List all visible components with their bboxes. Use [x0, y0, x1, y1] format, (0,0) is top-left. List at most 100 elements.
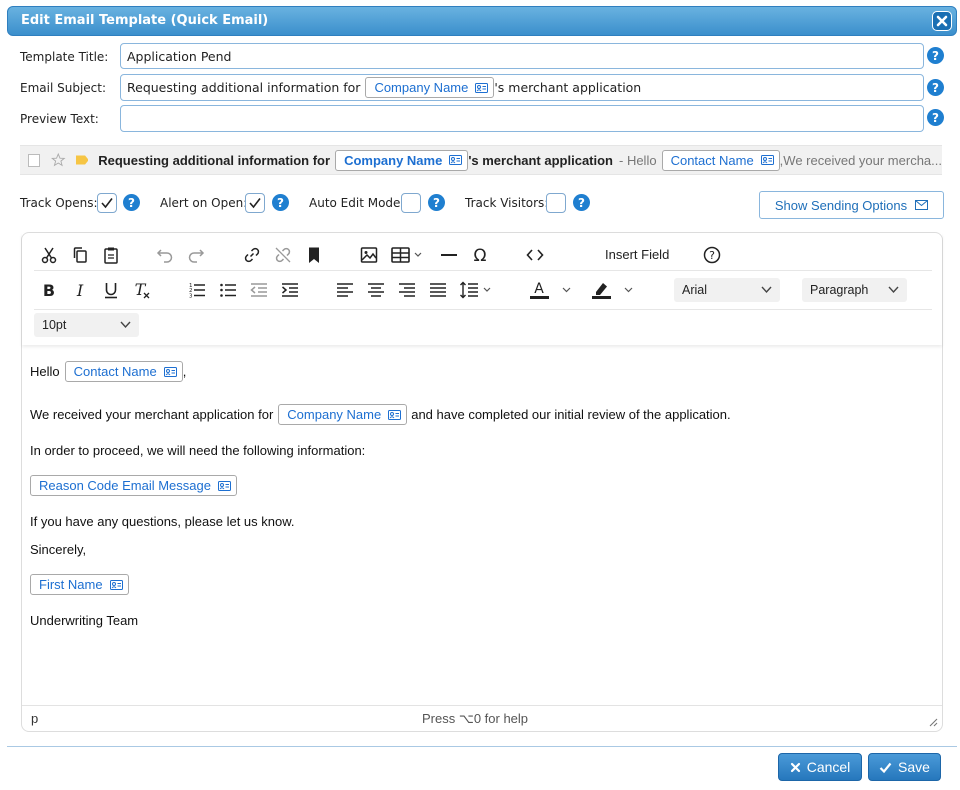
help-icon[interactable]: ? [927, 47, 944, 64]
help-icon[interactable]: ? [927, 109, 944, 126]
template-title-label: Template Title: [20, 50, 109, 64]
help-icon[interactable]: ? [927, 79, 944, 96]
redo-icon[interactable] [185, 244, 207, 266]
body-reason-code-chip[interactable]: Reason Code Email Message [30, 475, 237, 496]
cancel-label: Cancel [806, 759, 851, 775]
alert-on-open-label: Alert on Open: [160, 196, 248, 210]
svg-text:?: ? [433, 196, 440, 210]
align-right-icon[interactable] [396, 279, 418, 301]
team-text: Underwriting Team [30, 613, 139, 628]
greeting-comma: , [182, 364, 187, 379]
clear-formatting-icon[interactable]: T [131, 279, 153, 301]
editor-toolbar: Ω Insert Field ? B I T 123 A Arial Parag… [22, 233, 942, 345]
italic-icon[interactable]: I [69, 279, 91, 301]
bookmark-icon[interactable] [303, 244, 325, 266]
font-family-select[interactable]: Arial [674, 278, 780, 302]
body-line-reason: Reason Code Email Message [30, 475, 237, 496]
body-line-first-name: First Name [30, 574, 129, 595]
body-line-sincerely: Sincerely, [30, 542, 86, 557]
align-center-icon[interactable] [365, 279, 387, 301]
line-height-icon[interactable] [458, 279, 498, 301]
chevron-down-icon [120, 321, 131, 329]
body-company-name-chip[interactable]: Company Name [278, 404, 408, 425]
block-format-select[interactable]: Paragraph [802, 278, 907, 302]
align-justify-icon[interactable] [427, 279, 449, 301]
align-left-icon[interactable] [334, 279, 356, 301]
cancel-button[interactable]: Cancel [778, 753, 862, 781]
auto-edit-mode-checkbox[interactable] [401, 193, 421, 213]
show-sending-options-button[interactable]: Show Sending Options [759, 191, 944, 219]
table-icon[interactable] [389, 244, 427, 266]
numbered-list-icon[interactable]: 123 [186, 279, 208, 301]
body-first-name-chip[interactable]: First Name [30, 574, 129, 595]
help-icon[interactable]: ? [428, 194, 445, 211]
text-color-icon[interactable]: A [529, 279, 579, 301]
resize-handle-icon[interactable] [928, 717, 938, 727]
envelope-icon [915, 200, 929, 210]
subject-text-after: 's merchant application [494, 80, 642, 95]
font-size-select[interactable]: 10pt [34, 313, 139, 337]
chip-label: First Name [39, 577, 103, 592]
save-button[interactable]: Save [868, 753, 941, 781]
toolbar-divider [34, 270, 932, 271]
special-character-icon[interactable]: Ω [469, 244, 491, 266]
svg-text:B: B [43, 281, 55, 299]
subject-text-before: Requesting additional information for [127, 80, 361, 95]
toolbar-row-2: B I T 123 A Arial Paragraph [34, 276, 932, 304]
alert-on-open-checkbox[interactable] [245, 193, 265, 213]
subject-company-name-chip[interactable]: Company Name [365, 77, 495, 98]
toolbar-divider [34, 309, 932, 310]
svg-text:Ω: Ω [474, 246, 487, 264]
help-circle-icon[interactable]: ? [701, 244, 723, 266]
help-icon[interactable]: ? [123, 194, 140, 211]
help-icon[interactable]: ? [573, 194, 590, 211]
svg-text:?: ? [277, 196, 284, 210]
underline-icon[interactable] [100, 279, 122, 301]
element-path[interactable]: p [31, 711, 38, 726]
received-text-before: We received your merchant application fo… [30, 407, 274, 422]
track-opens-checkbox[interactable] [97, 193, 117, 213]
svg-text:A: A [534, 281, 544, 297]
preview-snippet-prefix: - Hello [619, 152, 657, 168]
highlight-color-icon[interactable] [591, 279, 641, 301]
link-icon[interactable] [241, 244, 263, 266]
proceed-text: In order to proceed, we will need the fo… [30, 443, 366, 458]
svg-text:3: 3 [189, 294, 193, 300]
paste-icon[interactable] [100, 244, 122, 266]
copy-icon[interactable] [69, 244, 91, 266]
font-family-value: Arial [682, 283, 708, 297]
chip-label: Contact Name [670, 152, 754, 168]
undo-icon[interactable] [154, 244, 176, 266]
close-icon [936, 15, 948, 27]
help-icon[interactable]: ? [272, 194, 289, 211]
outdent-icon[interactable] [248, 279, 270, 301]
help-shortcut-text: Press ⌥0 for help [422, 711, 529, 726]
chip-label: Contact Name [73, 364, 157, 379]
preview-subject-before: Requesting additional information for [98, 152, 331, 168]
source-code-icon[interactable] [524, 244, 546, 266]
insert-field-button[interactable]: Insert Field [605, 247, 669, 262]
sincerely-text: Sincerely, [30, 542, 87, 557]
email-subject-input[interactable]: Requesting additional information for Co… [120, 74, 924, 101]
bold-icon[interactable]: B [38, 279, 60, 301]
unlink-icon[interactable] [272, 244, 294, 266]
contact-card-icon [217, 480, 231, 491]
preview-checkbox[interactable] [28, 153, 40, 167]
body-contact-name-chip[interactable]: Contact Name [64, 361, 183, 382]
cut-icon[interactable] [38, 244, 60, 266]
contact-card-icon [475, 82, 489, 93]
close-button[interactable] [932, 11, 952, 31]
close-icon [790, 762, 800, 772]
indent-icon[interactable] [279, 279, 301, 301]
bullet-list-icon[interactable] [217, 279, 239, 301]
show-sending-options-label: Show Sending Options [774, 197, 908, 213]
star-icon[interactable] [51, 152, 66, 168]
body-line-received: We received your merchant application fo… [30, 404, 731, 425]
toolbar-row-1: Ω Insert Field ? [34, 241, 932, 269]
horizontal-line-icon[interactable] [438, 244, 460, 266]
preview-text-input[interactable] [120, 105, 924, 132]
track-visitors-checkbox[interactable] [546, 193, 566, 213]
image-icon[interactable] [358, 244, 380, 266]
preview-text-label: Preview Text: [20, 112, 99, 126]
template-title-input[interactable]: Application Pend [120, 43, 924, 69]
